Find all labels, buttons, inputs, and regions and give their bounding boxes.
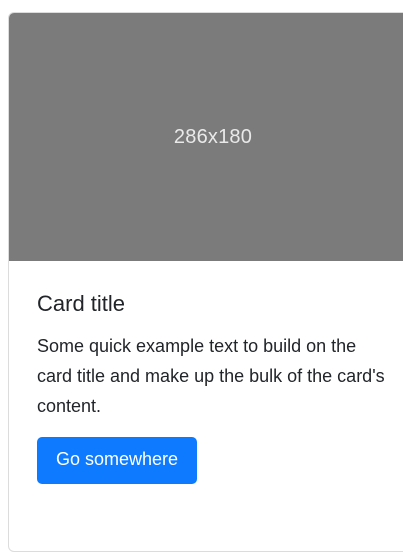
card-image-size-label: 286x180 xyxy=(173,125,253,148)
card-image-placeholder: 286x180 xyxy=(9,13,403,261)
card-body: Card title Some quick example text to bu… xyxy=(9,261,403,484)
go-somewhere-button[interactable]: Go somewhere xyxy=(37,437,198,484)
card-text: Some quick example text to build on the … xyxy=(37,336,385,417)
card: 286x180 Card title Some quick example te… xyxy=(8,12,403,552)
card-title: Card title xyxy=(37,291,126,316)
